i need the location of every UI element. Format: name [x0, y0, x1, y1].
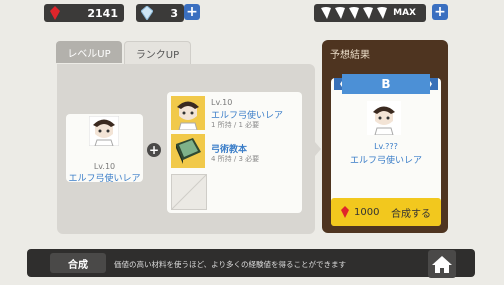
result-header: 予想結果 — [330, 50, 370, 61]
synthesize-button-label: 合成する — [391, 208, 431, 220]
archery-book-icon — [171, 134, 205, 168]
crystal-counter: 3 — [136, 4, 184, 22]
elf-archer-portrait-icon — [171, 96, 205, 130]
synthesize-cost: 1000 — [354, 206, 380, 218]
tab-rank-up[interactable]: ランクUP — [124, 41, 191, 64]
material-level: Lv.10 — [211, 98, 233, 107]
hint-text: 価値の高い材料を使うほど、より多くの経験値を得ることができます — [114, 260, 346, 269]
base-unit-card[interactable]: Lv.10 エルフ弓使いレア — [66, 114, 143, 184]
stamina-max-label: MAX — [393, 8, 416, 18]
material-item[interactable]: 弓術教本 4 所持 / 3 必要 — [171, 134, 297, 170]
elf-archer-portrait-icon — [89, 116, 119, 146]
red-gem-count: 2141 — [87, 6, 118, 20]
crystal-count: 3 — [170, 6, 178, 20]
empty-material-slot[interactable] — [171, 174, 207, 210]
materials-list: Lv.10 エルフ弓使いレア 1 所持 / 1 必要 弓術教本 4 所持 / 3… — [167, 92, 302, 213]
crystal-icon — [141, 6, 153, 20]
empty-slot-icon — [171, 174, 207, 210]
add-crystal-button[interactable]: + — [184, 4, 200, 20]
red-gem-counter: 2141 — [44, 4, 124, 22]
rank-label: B — [381, 77, 391, 91]
material-stock: 1 所持 / 1 必要 — [211, 121, 260, 129]
home-button[interactable] — [428, 250, 456, 278]
home-icon — [432, 256, 452, 273]
base-unit-name: エルフ弓使いレア — [68, 174, 141, 184]
red-gem-icon — [50, 6, 60, 20]
material-item[interactable]: Lv.10 エルフ弓使いレア 1 所持 / 1 必要 — [171, 96, 297, 132]
screen-title: 合成 — [50, 253, 106, 273]
red-gem-icon — [341, 206, 349, 218]
elf-archer-portrait-icon — [367, 101, 401, 135]
tab-level-up[interactable]: レベルUP — [56, 41, 122, 63]
result-name: エルフ弓使いレア — [349, 156, 422, 166]
fang-icons — [321, 7, 387, 19]
stamina-meter: MAX — [314, 4, 426, 22]
result-level: Lv.??? — [374, 142, 398, 151]
material-stock: 4 所持 / 3 必要 — [211, 155, 260, 163]
synthesize-button[interactable]: 1000 合成する — [331, 198, 441, 226]
arrow-right-icon — [315, 142, 321, 156]
add-stamina-button[interactable]: + — [432, 4, 448, 20]
plus-circle-icon: + — [147, 143, 161, 157]
